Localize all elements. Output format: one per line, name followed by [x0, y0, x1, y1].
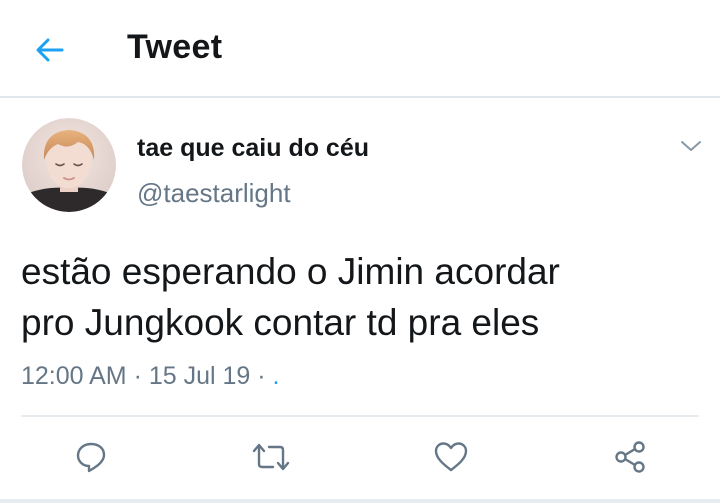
share-button[interactable]	[607, 434, 653, 480]
meta-separator: ·	[126, 362, 149, 390]
avatar-image	[22, 118, 116, 212]
retweet-icon	[252, 443, 290, 471]
tweet-date[interactable]: 15 Jul 19	[149, 362, 250, 390]
tweet-metadata: 12:00 AM · 15 Jul 19 · .	[21, 362, 280, 391]
bottom-divider	[0, 499, 720, 503]
reply-icon	[76, 442, 106, 473]
page-title: Tweet	[127, 28, 223, 66]
meta-separator-2: ·	[250, 362, 273, 390]
back-button[interactable]	[30, 30, 70, 70]
tweet-menu-button[interactable]	[676, 134, 706, 158]
tweet-actions	[0, 434, 720, 480]
share-icon	[615, 441, 645, 473]
reply-button[interactable]	[68, 434, 114, 480]
tweet-source[interactable]: .	[273, 362, 280, 390]
divider	[21, 415, 699, 417]
tweet-time[interactable]: 12:00 AM	[21, 362, 127, 390]
tweet-text: estão esperando o Jimin acordar pro Jung…	[21, 251, 560, 343]
user-handle[interactable]: @taestarlight	[137, 178, 291, 209]
top-bar: Tweet	[0, 0, 720, 98]
retweet-button[interactable]	[248, 434, 294, 480]
heart-icon	[434, 442, 468, 472]
avatar[interactable]	[22, 118, 116, 212]
like-button[interactable]	[428, 434, 474, 480]
arrow-left-icon	[36, 38, 64, 62]
display-name[interactable]: tae que caiu do céu	[137, 134, 369, 163]
chevron-down-icon	[681, 141, 701, 151]
